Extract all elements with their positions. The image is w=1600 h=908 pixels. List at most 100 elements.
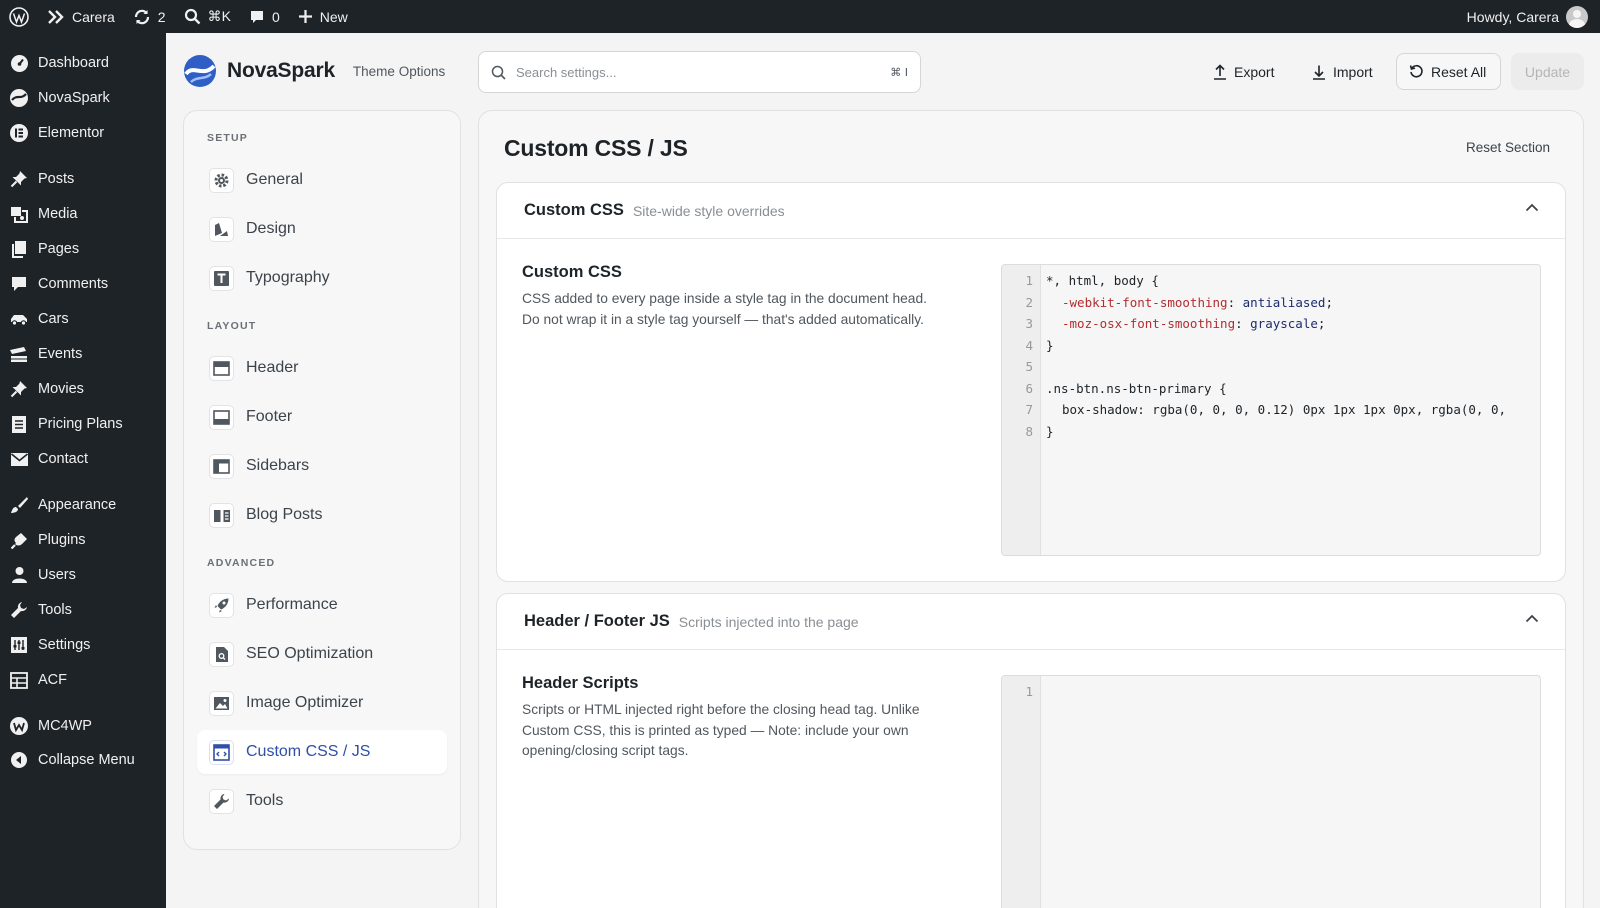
search-input[interactable] xyxy=(516,64,881,80)
mc4wp-icon xyxy=(9,716,29,736)
wrench-icon xyxy=(209,788,234,814)
menu-item-plugins[interactable]: Plugins xyxy=(0,523,166,557)
text-icon xyxy=(209,265,234,291)
menu-item-novaspark[interactable]: NovaSpark xyxy=(0,81,166,115)
pushpin-icon xyxy=(9,169,29,189)
menu-item-mc4wp[interactable]: MC4WP xyxy=(0,709,166,743)
nav-item-seo-optimization[interactable]: SEO Optimization xyxy=(197,632,447,676)
pages-icon xyxy=(9,239,29,259)
custom-css-card-header[interactable]: Custom CSS Site-wide style overrides xyxy=(497,183,1565,239)
menu-label: Pages xyxy=(38,241,80,257)
line-number: 6 xyxy=(1025,380,1033,396)
menu-label: Plugins xyxy=(38,532,86,548)
nav-item-custom-css-js[interactable]: Custom CSS / JS xyxy=(197,730,447,774)
field-title: Header Scripts xyxy=(522,674,639,692)
menu-item-elementor[interactable]: Elementor xyxy=(0,116,166,150)
footer-layout-icon xyxy=(209,404,234,430)
code-line: } xyxy=(1046,423,1054,439)
nav-item-tools[interactable]: Tools xyxy=(197,779,447,823)
search-icon xyxy=(184,8,200,25)
novaspark-logo-icon xyxy=(184,55,216,87)
import-button[interactable]: Import xyxy=(1300,53,1385,90)
envelope-icon xyxy=(9,449,29,469)
menu-item-users[interactable]: Users xyxy=(0,558,166,592)
menu-item-appearance[interactable]: Appearance xyxy=(0,488,166,522)
nav-item-header[interactable]: Header xyxy=(197,346,447,390)
site-chevrons-icon xyxy=(48,9,64,24)
menu-item-pages[interactable]: Pages xyxy=(0,232,166,266)
menu-item-cars[interactable]: Cars xyxy=(0,302,166,336)
menu-item-pricing-plans[interactable]: Pricing Plans xyxy=(0,407,166,441)
menu-label: Tools xyxy=(38,602,72,618)
brand-subtitle: Theme Options xyxy=(352,63,446,79)
line-number: 4 xyxy=(1025,337,1033,353)
reset-all-button[interactable]: Reset All xyxy=(1396,53,1501,90)
header-footer-js-card-header[interactable]: Header / Footer JS Scripts injected into… xyxy=(497,594,1565,650)
menu-item-comments[interactable]: Comments xyxy=(0,267,166,301)
nav-item-sidebars[interactable]: Sidebars xyxy=(197,444,447,488)
card-title: Custom CSS xyxy=(524,201,624,219)
menu-label: Collapse Menu xyxy=(38,752,135,768)
media-icon xyxy=(9,204,29,224)
field-description: CSS added to every page inside a style t… xyxy=(522,291,927,327)
menu-item-acf[interactable]: ACF xyxy=(0,663,166,697)
nav-item-footer[interactable]: Footer xyxy=(197,395,447,439)
comments-link[interactable]: 0 xyxy=(240,0,289,33)
seo-document-icon xyxy=(209,641,234,667)
menu-item-tools[interactable]: Tools xyxy=(0,593,166,627)
chevron-up-icon[interactable] xyxy=(1525,203,1539,212)
menu-item-dashboard[interactable]: Dashboard xyxy=(0,46,166,80)
menu-item-events[interactable]: Events xyxy=(0,337,166,371)
menu-label: Users xyxy=(38,567,76,583)
header-scripts-editor[interactable]: 1 xyxy=(1001,675,1541,908)
new-content-button[interactable]: New xyxy=(289,0,357,33)
menu-item-posts[interactable]: Posts xyxy=(0,162,166,196)
new-label: New xyxy=(319,8,348,25)
document-icon xyxy=(9,414,29,434)
menu-label: Contact xyxy=(38,451,88,467)
menu-label: Dashboard xyxy=(38,55,109,71)
custom-css-editor[interactable]: 1 2 3 4 5 6 7 8 *, html, body { -webkit-… xyxy=(1001,264,1541,556)
menu-item-movies[interactable]: Movies xyxy=(0,372,166,406)
reset-section-button[interactable]: Reset Section xyxy=(1466,140,1550,155)
admin-bar: Carera 2 ⌘K 0 New Howdy, Carera xyxy=(0,0,1600,33)
menu-label: Events xyxy=(38,346,83,362)
menu-item-media[interactable]: Media xyxy=(0,197,166,231)
nav-item-typography[interactable]: Typography xyxy=(197,256,447,300)
paintbrush-icon xyxy=(9,495,29,515)
updates-icon xyxy=(134,9,149,24)
menu-item-settings[interactable]: Settings xyxy=(0,628,166,662)
card-title: Header / Footer JS xyxy=(524,612,670,630)
line-number: 1 xyxy=(1025,684,1033,699)
admin-side-menu: Dashboard NovaSpark Elementor Posts Medi… xyxy=(0,33,166,908)
export-button[interactable]: Export xyxy=(1201,53,1286,90)
code-line: -moz-osx-font-smoothing: grayscale; xyxy=(1062,316,1326,331)
nav-item-blog-posts[interactable]: Blog Posts xyxy=(197,493,447,537)
nav-item-design[interactable]: Design xyxy=(197,207,447,251)
menu-label: ACF xyxy=(38,672,67,688)
nav-item-general[interactable]: General xyxy=(197,158,447,202)
updates-link[interactable]: 2 xyxy=(124,0,175,33)
settings-search: ⌘ I xyxy=(478,51,921,93)
chevron-up-icon[interactable] xyxy=(1525,614,1539,623)
howdy-text: Howdy, Carera xyxy=(1466,8,1559,25)
comment-icon xyxy=(9,274,29,294)
account-menu[interactable]: Howdy, Carera xyxy=(1458,0,1600,33)
nav-section-layout: LAYOUT xyxy=(207,320,257,332)
menu-label: NovaSpark xyxy=(38,90,110,106)
menu-item-contact[interactable]: Contact xyxy=(0,442,166,476)
nav-item-performance[interactable]: Performance xyxy=(197,583,447,627)
dashboard-icon xyxy=(9,53,29,73)
menu-label: Settings xyxy=(38,637,91,653)
wordpress-logo-button[interactable] xyxy=(0,0,38,33)
brand-name: NovaSpark xyxy=(227,59,335,82)
updates-count: 2 xyxy=(157,8,166,25)
menu-label: MC4WP xyxy=(38,718,92,734)
car-icon xyxy=(9,309,29,329)
site-name-link[interactable]: Carera xyxy=(38,0,124,33)
nav-item-image-optimizer[interactable]: Image Optimizer xyxy=(197,681,447,725)
update-button[interactable]: Update xyxy=(1511,53,1584,90)
collapse-menu-button[interactable]: Collapse Menu xyxy=(0,743,166,777)
admin-search-button[interactable]: ⌘K xyxy=(175,0,240,33)
menu-label: Pricing Plans xyxy=(38,416,123,432)
